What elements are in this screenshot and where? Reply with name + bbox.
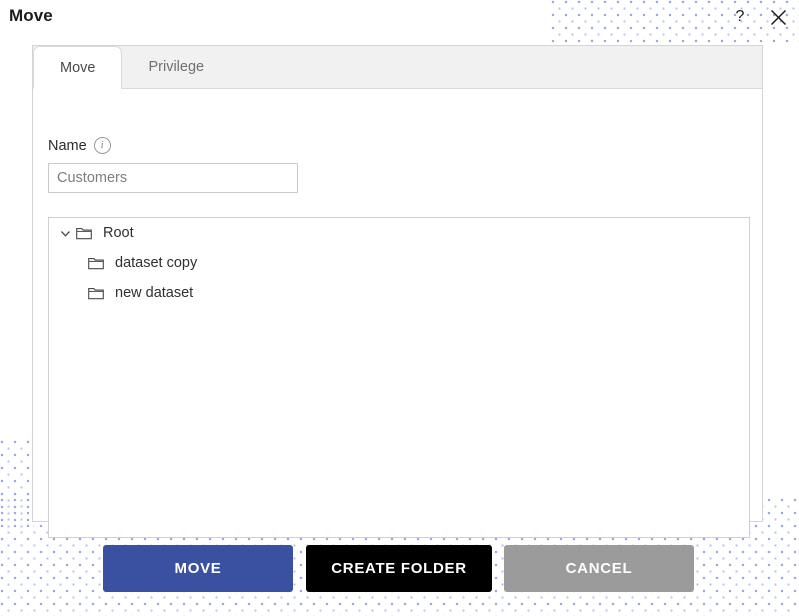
folder-icon <box>87 285 104 301</box>
tab-move-label: Move <box>60 59 96 76</box>
tab-privilege[interactable]: Privilege <box>122 46 230 88</box>
question-mark-icon[interactable]: ? <box>727 4 753 30</box>
folder-icon <box>75 225 92 241</box>
tree-node-dataset-copy[interactable]: dataset copy <box>49 248 749 278</box>
page-title: Move <box>9 6 53 25</box>
folder-tree-panel[interactable]: Root dataset copy new dataset <box>48 217 750 538</box>
name-input[interactable] <box>48 163 298 193</box>
tab-strip: Move Privilege <box>33 46 762 89</box>
close-icon[interactable] <box>765 4 791 30</box>
svg-text:?: ? <box>736 8 745 25</box>
footer-button-row: MOVE CREATE FOLDER CANCEL <box>0 545 799 593</box>
window-header: Move ? <box>0 0 799 44</box>
tab-move[interactable]: Move <box>33 46 123 89</box>
tree-node-label: new dataset <box>115 285 194 301</box>
cancel-button[interactable]: CANCEL <box>504 545 694 592</box>
dot-pattern-left <box>0 440 34 530</box>
dialog-card: Move Privilege Name i Customers Root dat… <box>32 45 763 538</box>
create-folder-button[interactable]: CREATE FOLDER <box>306 545 492 592</box>
move-button[interactable]: MOVE <box>103 545 293 592</box>
folder-icon <box>87 255 104 271</box>
chevron-down-icon[interactable] <box>57 225 73 241</box>
tree-node-new-dataset[interactable]: new dataset <box>49 278 749 308</box>
name-field-row: Name i <box>48 137 111 154</box>
name-label: Name <box>48 137 87 154</box>
tab-privilege-label: Privilege <box>148 59 205 75</box>
tree-node-root[interactable]: Root <box>49 218 749 248</box>
tree-node-label: Root <box>103 225 134 241</box>
tree-node-label: dataset copy <box>115 255 198 271</box>
info-icon[interactable]: i <box>93 137 111 154</box>
